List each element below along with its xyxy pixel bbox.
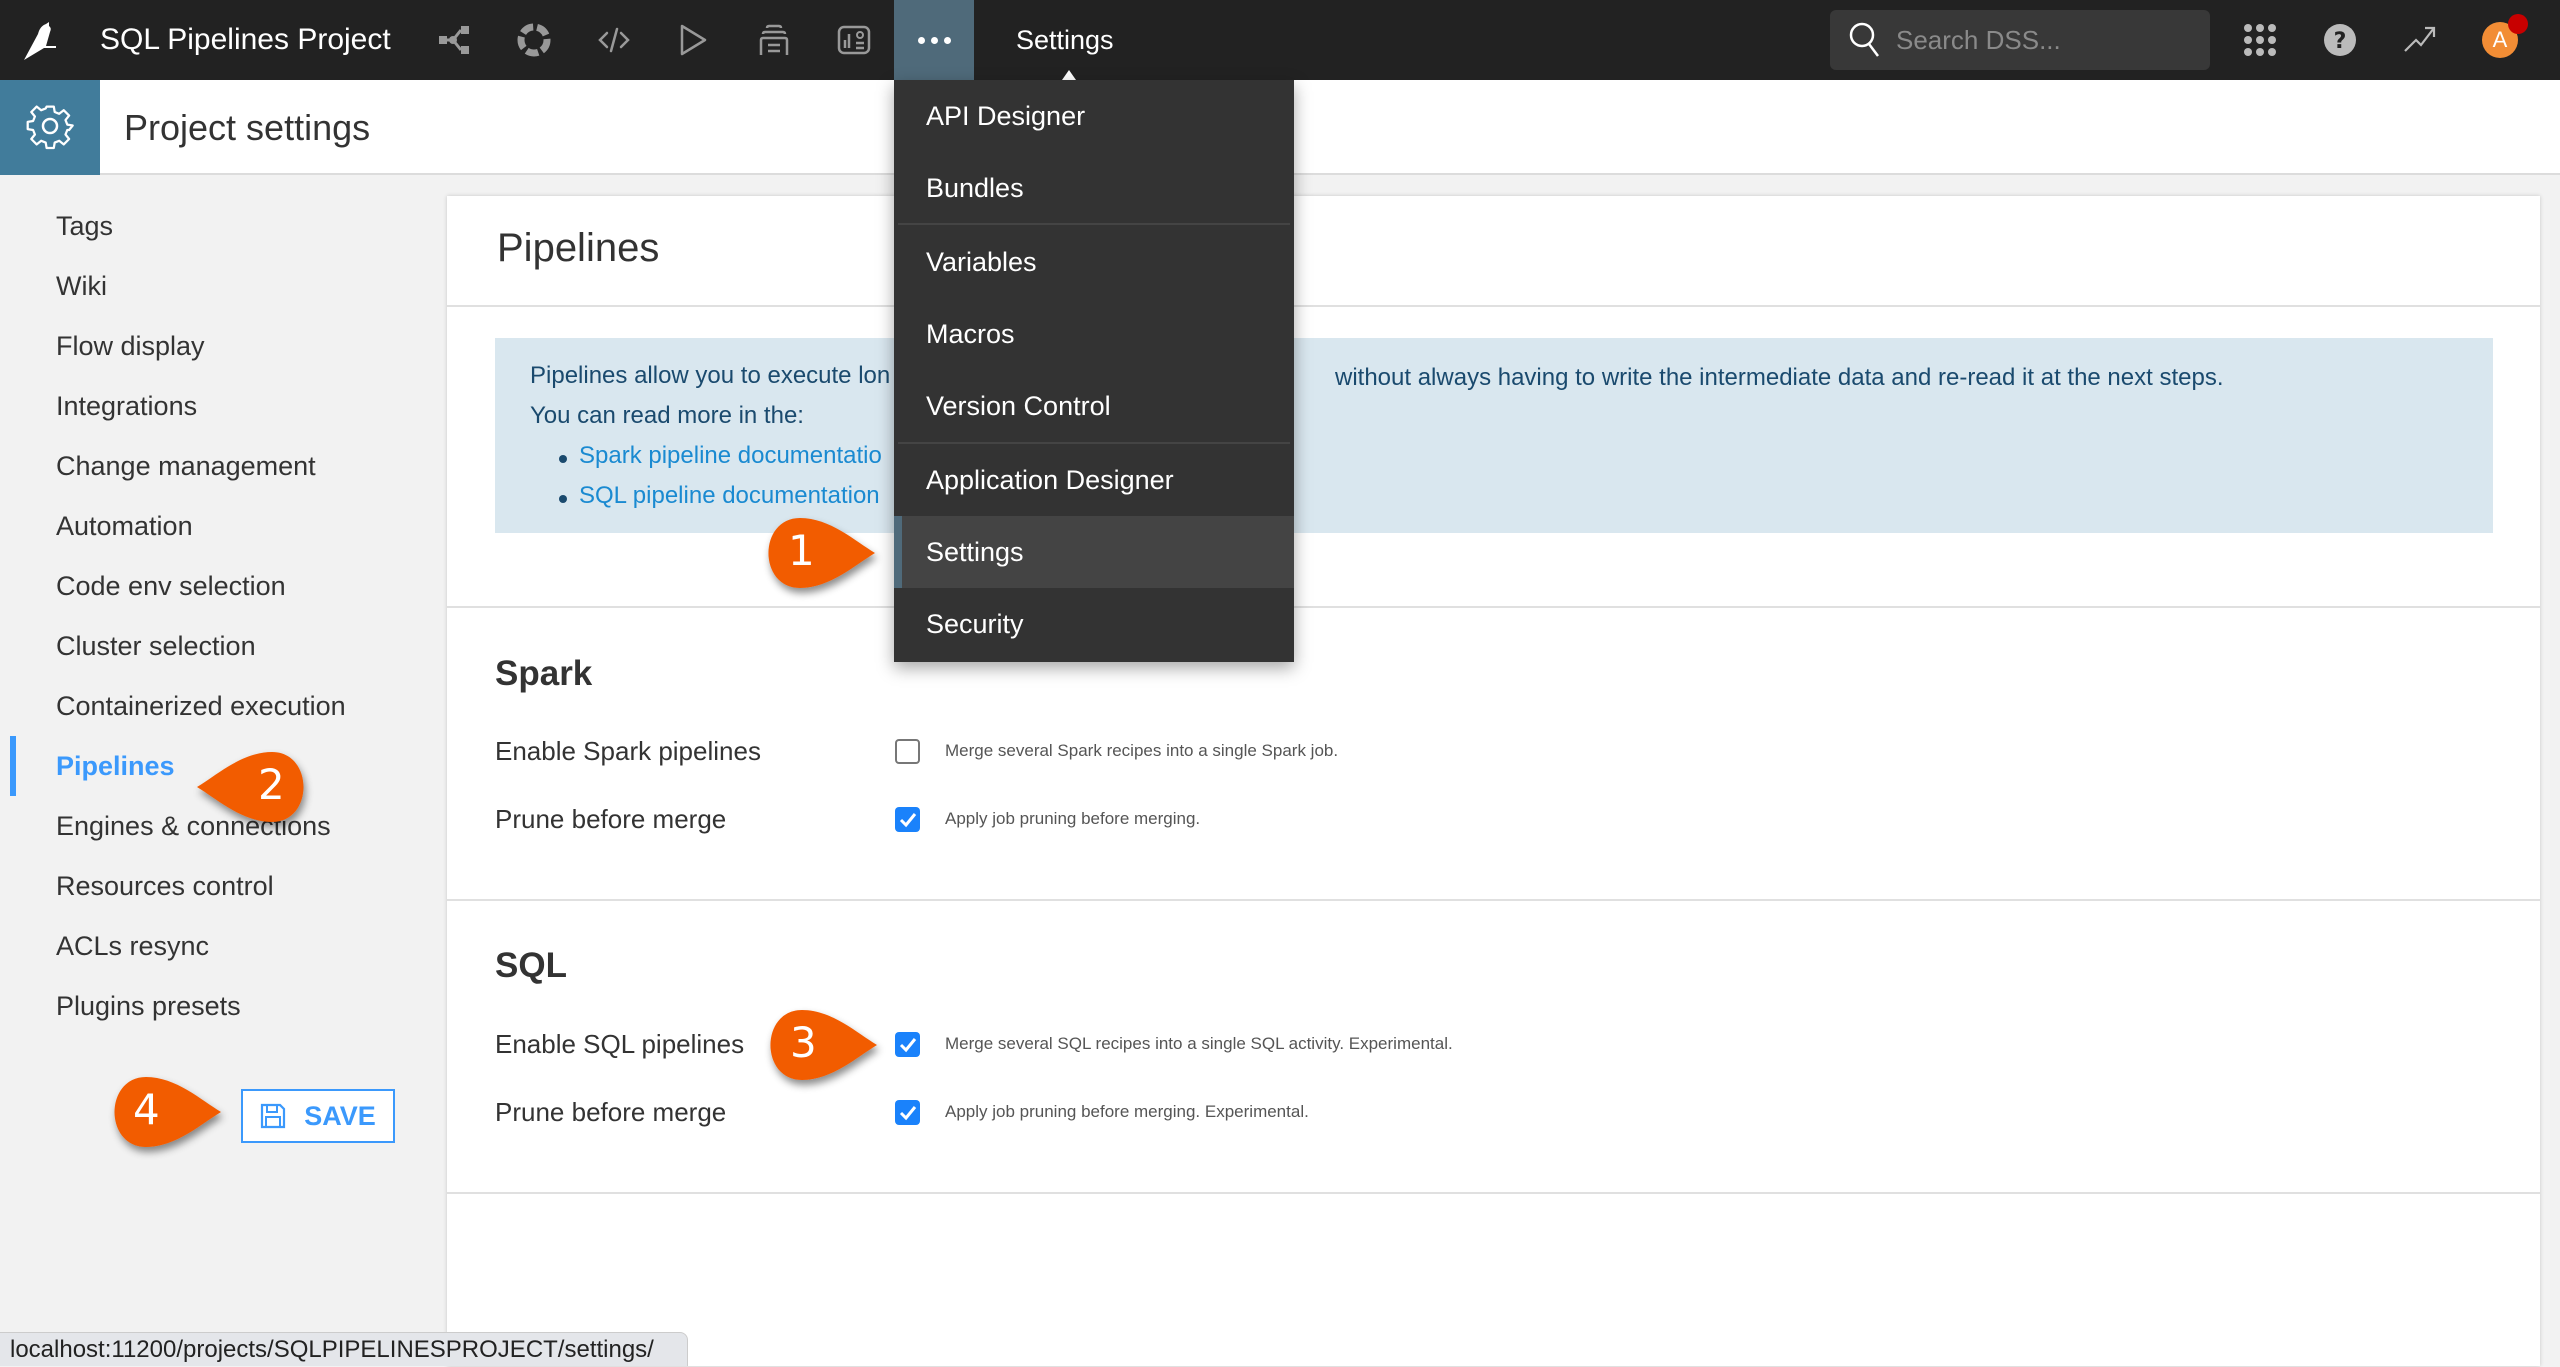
callout-number-1: 1 xyxy=(788,526,815,575)
search-input[interactable] xyxy=(1896,24,2186,56)
menu-divider xyxy=(898,223,1290,225)
pipelines-settings-card: Pipelines Pipelines allow you to execute… xyxy=(447,196,2540,1366)
enable-sql-pipelines-checkbox[interactable] xyxy=(895,1032,920,1057)
settings-sidebar: Tags Wiki Flow display Integrations Chan… xyxy=(0,177,447,1366)
spark-prune-before-merge-checkbox[interactable] xyxy=(895,807,920,832)
sidebar-item-tags[interactable]: Tags xyxy=(56,206,113,246)
enable-spark-pipelines-description: Merge several Spark recipes into a singl… xyxy=(945,741,1339,760)
checkmark-icon xyxy=(899,1037,916,1052)
section-heading: Pipelines xyxy=(497,226,660,270)
info-text-line-2: You can read more in the: xyxy=(530,402,804,429)
sidebar-item-change-management[interactable]: Change management xyxy=(56,446,316,486)
sidebar-item-automation[interactable]: Automation xyxy=(56,506,193,546)
info-text-line-1-continued: without always having to write the inter… xyxy=(1335,364,2224,391)
search-icon xyxy=(1849,22,1879,57)
insights-icon[interactable] xyxy=(834,20,874,60)
caret-up-icon xyxy=(1062,70,1076,80)
sql-prune-before-merge-checkbox[interactable] xyxy=(895,1100,920,1125)
bullet-icon xyxy=(559,455,567,463)
sidebar-item-plugins-presets[interactable]: Plugins presets xyxy=(56,986,241,1026)
divider xyxy=(447,606,2540,608)
checkmark-icon xyxy=(899,812,916,827)
checkmark-icon xyxy=(899,1105,916,1120)
spark-pipeline-doc-link[interactable]: Spark pipeline documentatio xyxy=(579,442,882,470)
sql-prune-before-merge-label: Prune before merge xyxy=(495,1097,727,1127)
enable-sql-pipelines-label: Enable SQL pipelines xyxy=(495,1029,745,1059)
notification-badge[interactable] xyxy=(2508,14,2528,34)
sidebar-item-code-env-selection[interactable]: Code env selection xyxy=(56,566,286,606)
menu-item-settings[interactable]: Settings xyxy=(894,516,1294,588)
save-button-label: SAVE xyxy=(304,1100,376,1131)
spark-prune-before-merge-description: Apply job pruning before merging. xyxy=(945,809,1201,828)
sql-pipeline-doc-link[interactable]: SQL pipeline documentation xyxy=(579,482,880,510)
sidebar-item-containerized-execution[interactable]: Containerized execution xyxy=(56,686,346,726)
settings-tile xyxy=(0,80,100,175)
more-dropdown-menu: API Designer Bundles Variables Macros Ve… xyxy=(894,80,1294,662)
spark-prune-before-merge-label: Prune before merge xyxy=(495,804,727,834)
active-indicator xyxy=(10,736,16,796)
spark-section-title: Spark xyxy=(495,654,593,693)
help-icon[interactable]: ? xyxy=(2320,20,2360,60)
current-section-label[interactable]: Settings xyxy=(1016,0,1114,80)
more-dot-icon xyxy=(930,36,938,44)
info-box: Pipelines allow you to execute lon witho… xyxy=(495,338,2493,533)
sidebar-item-cluster-selection[interactable]: Cluster selection xyxy=(56,626,256,666)
enable-spark-pipelines-checkbox[interactable] xyxy=(895,739,920,764)
floppy-disk-icon xyxy=(261,1103,286,1129)
menu-item-macros[interactable]: Macros xyxy=(894,298,1294,370)
apps-grid-icon[interactable] xyxy=(2240,20,2280,60)
dashboards-stack-icon[interactable] xyxy=(754,20,794,60)
sql-prune-before-merge-description: Apply job pruning before merging. Experi… xyxy=(945,1102,1309,1121)
enable-sql-pipelines-description: Merge several SQL recipes into a single … xyxy=(945,1034,1453,1053)
divider xyxy=(447,899,2540,901)
save-button[interactable]: SAVE xyxy=(241,1089,395,1143)
jobs-run-icon[interactable] xyxy=(673,20,713,60)
flow-icon[interactable] xyxy=(434,20,474,60)
more-dot-icon xyxy=(917,36,925,44)
browser-status-url: localhost:11200/projects/SQLPIPELINESPRO… xyxy=(0,1332,688,1366)
menu-item-application-designer[interactable]: Application Designer xyxy=(894,444,1294,516)
info-text-line-1: Pipelines allow you to execute lon xyxy=(530,362,891,389)
divider xyxy=(447,305,2540,307)
svg-text:?: ? xyxy=(2334,29,2347,54)
datasets-icon[interactable] xyxy=(514,20,554,60)
menu-item-security[interactable]: Security xyxy=(894,588,1294,660)
callout-number-4: 4 xyxy=(133,1085,160,1134)
sql-section-title: SQL xyxy=(495,946,567,985)
sidebar-item-resources-control[interactable]: Resources control xyxy=(56,866,274,906)
sidebar-item-wiki[interactable]: Wiki xyxy=(56,266,107,306)
more-dot-icon xyxy=(943,36,951,44)
search-box[interactable] xyxy=(1830,10,2210,70)
sidebar-item-acls-resync[interactable]: ACLs resync xyxy=(56,926,209,966)
menu-item-variables[interactable]: Variables xyxy=(894,226,1294,298)
sidebar-item-pipelines[interactable]: Pipelines xyxy=(56,746,175,786)
enable-spark-pipelines-label: Enable Spark pipelines xyxy=(495,736,761,766)
gear-icon xyxy=(26,104,74,149)
menu-item-bundles[interactable]: Bundles xyxy=(894,152,1294,224)
divider xyxy=(447,1192,2540,1194)
trend-icon[interactable] xyxy=(2400,20,2440,60)
menu-item-version-control[interactable]: Version Control xyxy=(894,370,1294,442)
dataiku-bird-logo-icon[interactable] xyxy=(16,16,64,64)
top-navbar: SQL Pipelines Project Settings ? A xyxy=(0,0,2560,80)
code-icon[interactable] xyxy=(594,20,634,60)
callout-number-3: 3 xyxy=(790,1018,817,1067)
page-title: Project settings xyxy=(124,107,371,148)
callout-number-2: 2 xyxy=(258,760,285,809)
bullet-icon xyxy=(559,495,567,503)
more-menu-button[interactable] xyxy=(894,0,974,80)
menu-item-api-designer[interactable]: API Designer xyxy=(894,80,1294,152)
project-title[interactable]: SQL Pipelines Project xyxy=(100,0,391,80)
sidebar-item-flow-display[interactable]: Flow display xyxy=(56,326,205,366)
sidebar-item-integrations[interactable]: Integrations xyxy=(56,386,197,426)
sidebar-item-engines-connections[interactable]: Engines & connections xyxy=(56,806,331,846)
